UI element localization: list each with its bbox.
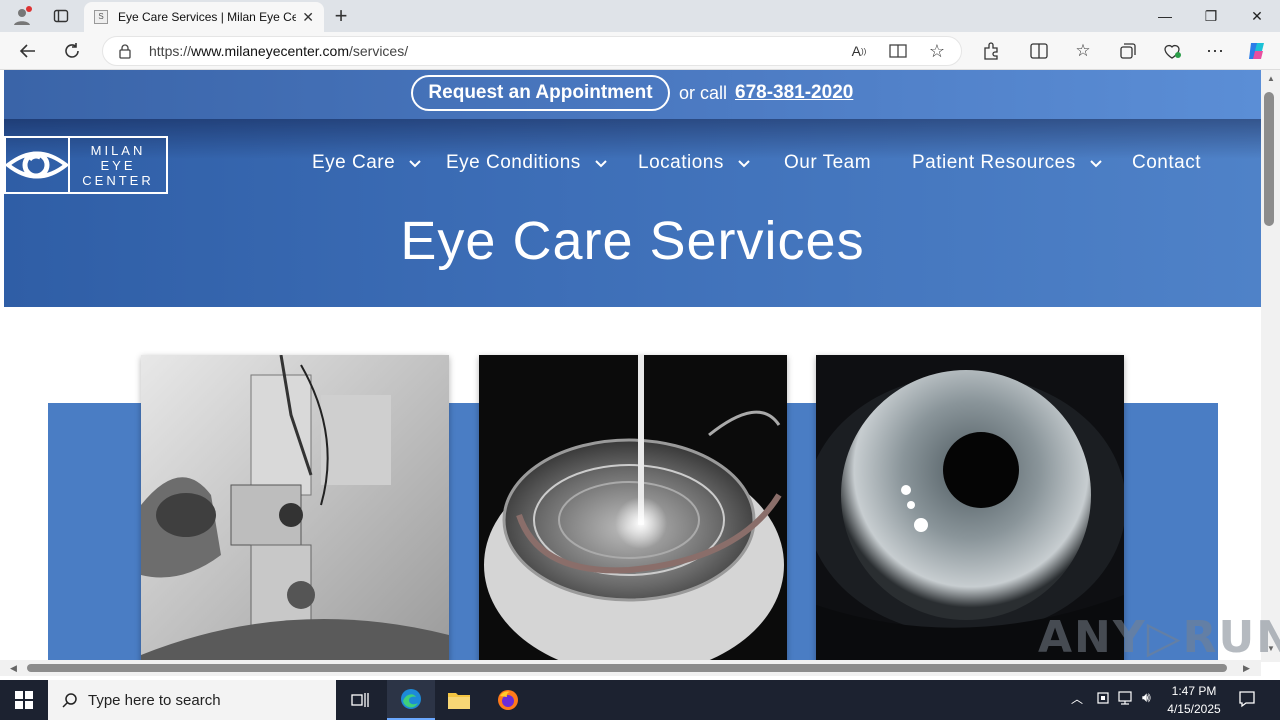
request-appointment-button[interactable]: Request an Appointment [411, 75, 670, 111]
more-options-icon[interactable]: ⋯ [1204, 40, 1226, 62]
notifications-icon[interactable] [1238, 690, 1256, 713]
site-favicon: S [94, 10, 108, 24]
nav-label: Eye Conditions [446, 152, 581, 173]
site-logo[interactable]: MILAN EYE CENTER [4, 136, 168, 194]
eye-logo-icon [4, 138, 70, 192]
browser-essentials-icon[interactable] [1161, 40, 1183, 62]
logo-line-3: CENTER [82, 172, 154, 188]
nav-label: Locations [638, 152, 724, 173]
or-call-text: or call [679, 83, 728, 103]
firefox-icon[interactable] [484, 680, 532, 720]
chevron-down-icon [595, 160, 607, 168]
restore-button[interactable]: ❐ [1188, 0, 1234, 32]
tray-chevron-up-icon[interactable]: ︿ [1071, 690, 1083, 707]
task-view-icon[interactable] [336, 680, 384, 720]
network-icon[interactable] [1118, 690, 1136, 711]
nav-patient-resources[interactable]: Patient Resources [912, 152, 1102, 174]
taskbar-clock[interactable]: 1:47 PM 4/15/2025 [1160, 682, 1228, 718]
nav-locations[interactable]: Locations [638, 152, 750, 174]
address-bar[interactable]: https://www.milaneyecenter.com/services/ [102, 36, 962, 66]
back-icon[interactable] [14, 38, 42, 64]
collections-icon[interactable] [1117, 40, 1139, 62]
service-card-laser-image[interactable] [479, 355, 787, 662]
nav-eye-care[interactable]: Eye Care [312, 152, 421, 174]
taskbar-search-box[interactable]: Type here to search [48, 680, 336, 720]
nav-contact[interactable]: Contact [1132, 152, 1201, 174]
favorites-icon[interactable]: ☆ [1072, 40, 1094, 62]
url-host: www.milaneyecenter.com [191, 43, 349, 59]
chevron-down-icon [1090, 160, 1102, 168]
logo-line-2: EYE [100, 157, 136, 173]
close-window-button[interactable]: ✕ [1234, 0, 1280, 32]
horizontal-scroll-thumb[interactable] [27, 664, 1227, 672]
close-tab-icon[interactable]: ✕ [302, 9, 314, 26]
search-icon [62, 693, 77, 708]
lock-icon[interactable] [116, 42, 134, 60]
anyrun-watermark: ANY▷RUN [1038, 612, 1280, 663]
chevron-down-icon [409, 160, 421, 168]
search-placeholder: Type here to search [88, 691, 221, 709]
chevron-down-icon [738, 160, 750, 168]
scroll-right-arrow-icon[interactable]: ▶ [1243, 663, 1250, 674]
split-screen-icon[interactable] [1028, 40, 1050, 62]
extensions-icon[interactable] [980, 40, 1002, 62]
url-path: /services/ [348, 43, 409, 59]
scroll-left-arrow-icon[interactable]: ◀ [10, 663, 17, 674]
web-page: Request an Appointment or call 678-381-2… [4, 70, 1261, 662]
service-card-surgery-image[interactable] [141, 355, 449, 662]
nav-label: Our Team [784, 152, 872, 173]
immersive-reader-icon[interactable] [887, 40, 909, 62]
nav-our-team[interactable]: Our Team [784, 152, 871, 174]
edge-taskbar-icon[interactable] [387, 680, 435, 720]
vertical-scroll-thumb[interactable] [1264, 92, 1274, 226]
url-prefix: https:// [149, 43, 192, 59]
nav-label: Contact [1132, 152, 1201, 173]
windows-start-icon[interactable] [0, 680, 48, 720]
network-device-icon[interactable] [1096, 690, 1110, 711]
clock-date: 4/15/2025 [1167, 702, 1221, 716]
page-title: Eye Care Services [400, 211, 865, 271]
tab-title: Eye Care Services | Milan Eye Cen [118, 10, 297, 24]
volume-icon[interactable]: 🔊︎ [1142, 689, 1151, 706]
refresh-icon[interactable] [58, 38, 86, 64]
minimize-button[interactable]: — [1142, 0, 1188, 32]
browser-tab[interactable]: S Eye Care Services | Milan Eye Cen ✕ [84, 2, 324, 32]
read-aloud-icon[interactable]: A)) [848, 40, 870, 62]
profile-icon[interactable] [8, 4, 36, 28]
nav-label: Patient Resources [912, 152, 1076, 173]
copilot-icon[interactable] [1244, 38, 1270, 64]
vertical-scrollbar[interactable]: ▲ ▼ [1261, 70, 1280, 662]
tab-actions-icon[interactable] [48, 4, 74, 28]
phone-link[interactable]: 678-381-2020 [735, 82, 853, 104]
nav-eye-conditions[interactable]: Eye Conditions [446, 152, 607, 174]
clock-time: 1:47 PM [1171, 684, 1217, 698]
logo-line-1: MILAN [90, 142, 146, 158]
favorite-star-icon[interactable]: ☆ [926, 40, 948, 62]
scroll-up-arrow-icon[interactable]: ▲ [1267, 74, 1275, 83]
nav-label: Eye Care [312, 152, 396, 173]
file-explorer-icon[interactable] [435, 680, 483, 720]
new-tab-button[interactable]: + [328, 3, 354, 28]
